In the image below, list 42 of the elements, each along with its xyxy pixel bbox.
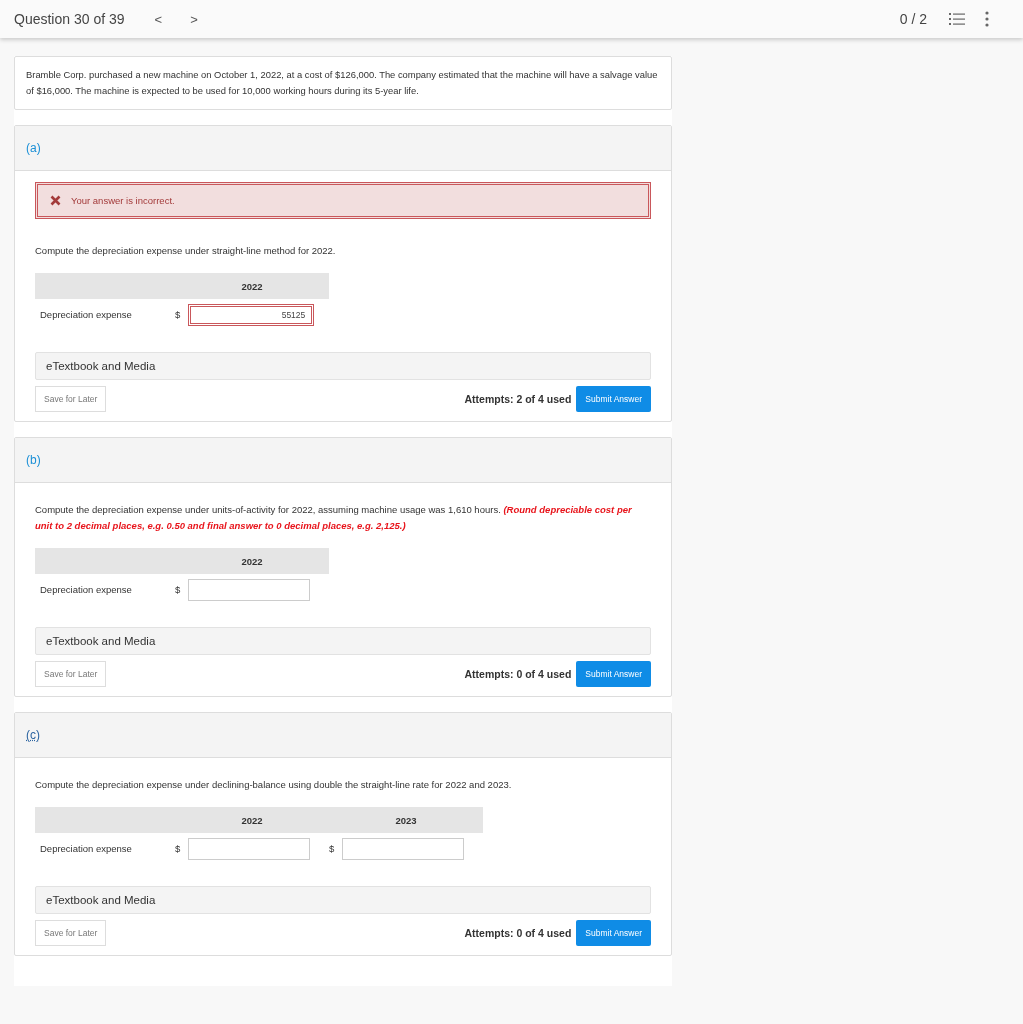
answer-field[interactable]: 55125 (188, 303, 315, 326)
submit-answer-button[interactable]: Submit Answer (576, 920, 651, 946)
question-prompt: Compute the depreciation expense under straight-line method for 2022. (35, 244, 337, 258)
etextbook-media-bar[interactable]: eTextbook and Media (35, 627, 651, 655)
answer-field[interactable] (188, 578, 311, 601)
row-label: Depreciation expense (39, 842, 133, 856)
save-for-later-button[interactable]: Save for Later (35, 661, 107, 687)
submit-answer-button[interactable]: Submit Answer (576, 661, 651, 687)
question-prompt: Compute the depreciation expense under declining-balance using double the straight-line rate for 2022 and 2023. (35, 778, 513, 792)
row-label: Depreciation expense (39, 583, 133, 597)
attempts-counter: Attempts: 0 of 4 used (464, 668, 572, 680)
column-header: 2022 (175, 807, 329, 833)
part-label[interactable]: (c) (26, 728, 40, 742)
row-label: Depreciation expense (39, 308, 133, 322)
attempts-counter: Attempts: 2 of 4 used (464, 393, 572, 405)
column-header: 2023 (329, 807, 483, 833)
answer-field[interactable] (342, 837, 465, 860)
part-label[interactable]: (a) (26, 141, 41, 155)
answer-field[interactable] (188, 837, 311, 860)
score: 0 / 2 (899, 11, 927, 27)
etextbook-media-bar[interactable]: eTextbook and Media (35, 352, 651, 380)
save-for-later-button[interactable]: Save for Later (35, 920, 107, 946)
etextbook-media-bar[interactable]: eTextbook and Media (35, 886, 651, 914)
previous-button[interactable]: < (146, 11, 171, 27)
cross-icon (50, 195, 61, 206)
submit-answer-button[interactable]: Submit Answer (576, 386, 651, 412)
next-button[interactable]: > (182, 11, 206, 27)
feedback-text: Your answer is incorrect. (71, 195, 175, 206)
more-options-icon[interactable] (985, 11, 989, 27)
question-title: Question 30 of 39 (14, 11, 125, 27)
currency-sign: $ (175, 584, 181, 595)
problem-statement: Bramble Corp. purchased a new machine on October 1, 2022, at a cost of $126,000. The company estimated that the machine will have a salvage value of $16,000. The machine is expected to be used for 10,000 working hours during its 5-year life. (14, 56, 672, 110)
question-prompt: Compute the depreciation expense under units-of-activity for 2022, assuming machine usage was 1,610 hours. (Round depreciable cost per unit to 2 decimal places, e.g. 0.50 and final answer to 0 decimal places, e.g. 2,125.) (35, 503, 633, 533)
currency-sign: $ (175, 843, 181, 854)
attempts-counter: Attempts: 0 of 4 used (464, 927, 572, 939)
part-label[interactable]: (b) (26, 453, 41, 467)
list-icon[interactable] (949, 12, 965, 26)
currency-sign: $ (329, 843, 335, 854)
currency-sign: $ (175, 309, 181, 320)
save-for-later-button[interactable]: Save for Later (35, 386, 107, 412)
column-header: 2022 (175, 548, 329, 574)
column-header: 2022 (175, 273, 329, 299)
